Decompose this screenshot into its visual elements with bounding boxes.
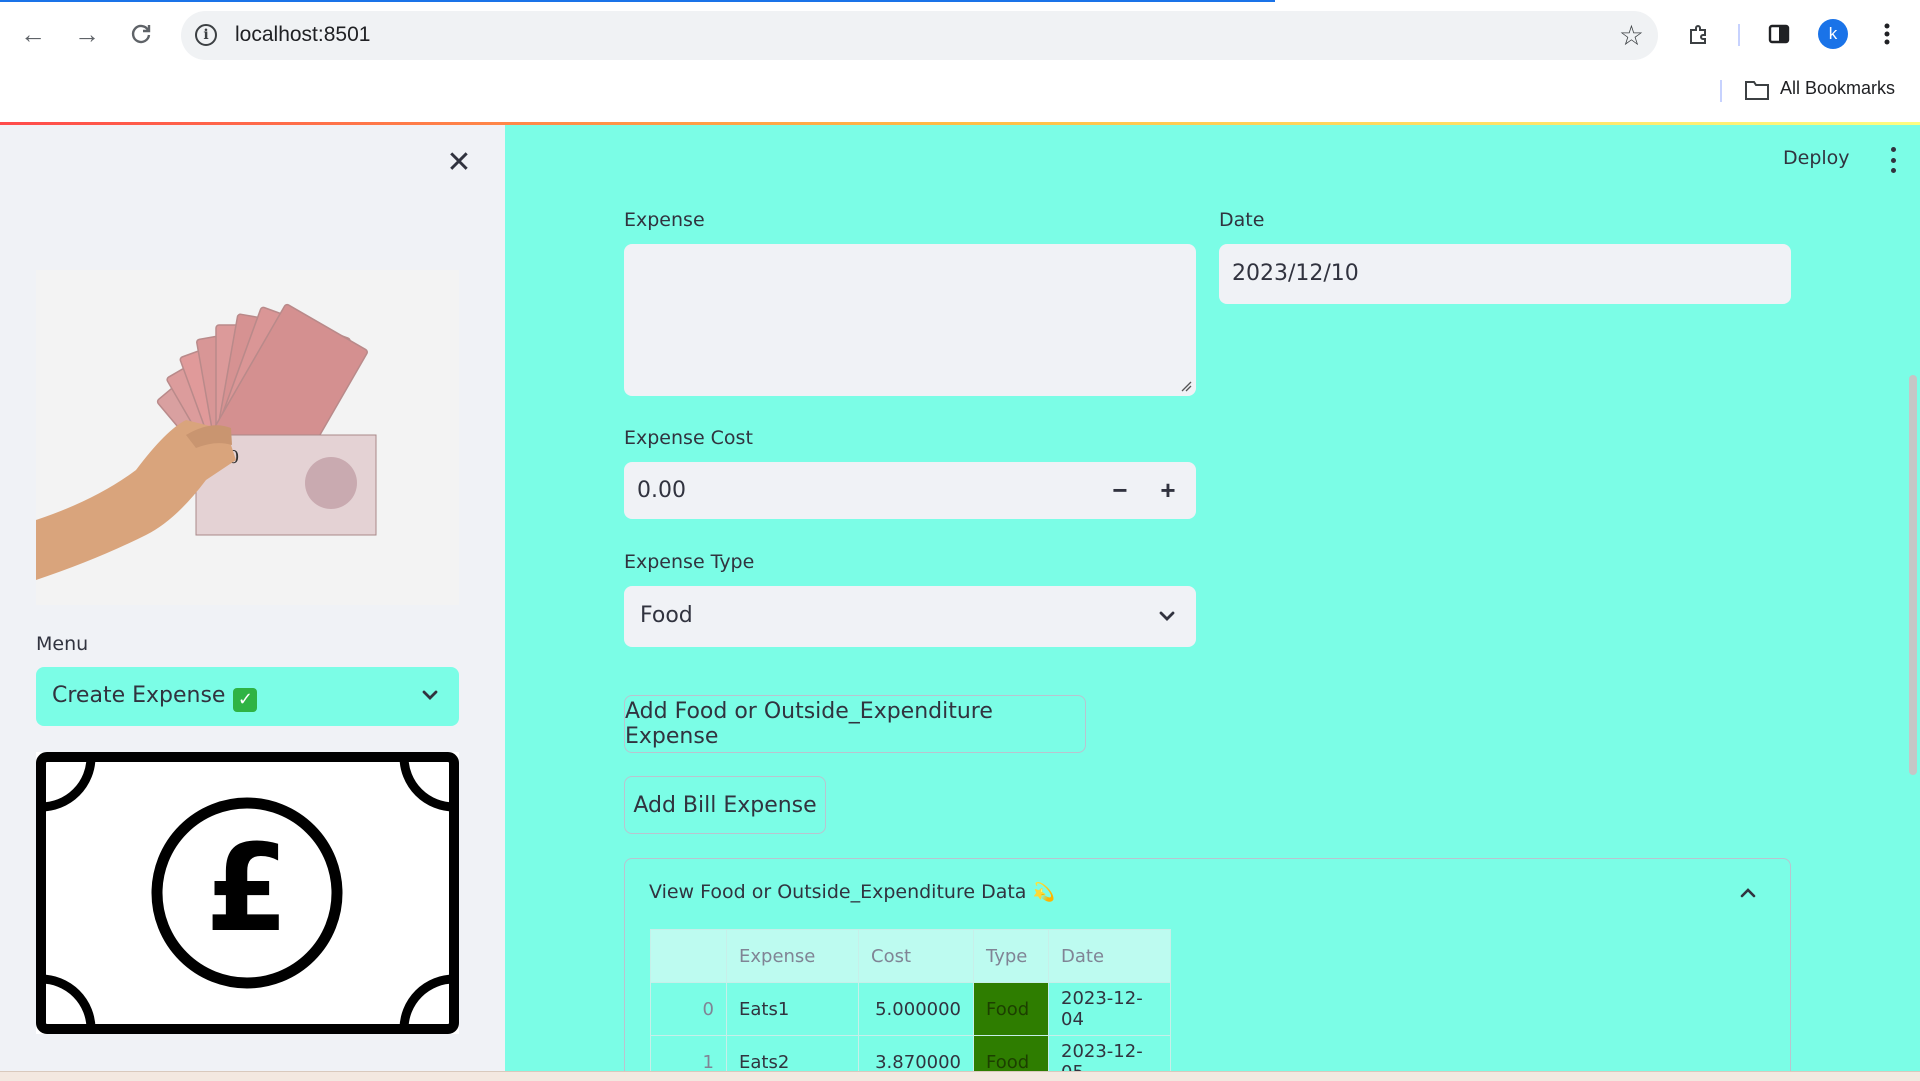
pound-banknote-icon: £ — [36, 752, 459, 1034]
menu-value-text: Create Expense — [52, 683, 226, 708]
expander-header[interactable]: View Food or Outside_Expenditure Data 💫 — [649, 881, 1055, 903]
increment-button[interactable]: + — [1150, 472, 1186, 508]
extensions-icon[interactable] — [1682, 17, 1716, 51]
dizzy-emoji-icon: 💫 — [1032, 882, 1055, 903]
expander-title-text: View Food or Outside_Expenditure Data — [649, 881, 1027, 903]
svg-text:£: £ — [205, 820, 289, 959]
table-row[interactable]: 0 Eats1 5.000000 Food 2023-12-04 — [650, 982, 1171, 1036]
address-bar[interactable]: i localhost:8501 ☆ — [181, 11, 1658, 60]
bookmark-star-icon[interactable]: ☆ — [1619, 19, 1644, 52]
table-header-row: Expense Cost Type Date — [650, 929, 1171, 983]
profile-initial: k — [1818, 19, 1848, 49]
address-url[interactable]: localhost:8501 — [235, 23, 370, 47]
column-header-type[interactable]: Type — [973, 929, 1049, 983]
menu-select[interactable]: Create Expense ✓ — [36, 667, 459, 726]
expense-cost-value: 0.00 — [637, 478, 686, 503]
all-bookmarks-label[interactable]: All Bookmarks — [1780, 78, 1895, 99]
menu-selected-value: Create Expense ✓ — [52, 683, 258, 712]
money-fan-image: £50 — [36, 270, 459, 605]
column-header-expense[interactable]: Expense — [726, 929, 859, 983]
cell-expense[interactable]: Eats1 — [726, 982, 859, 1036]
browser-menu-icon[interactable] — [1870, 17, 1904, 51]
date-input[interactable]: 2023/12/10 — [1219, 244, 1791, 304]
toolbar-separator — [1738, 24, 1740, 46]
expense-label: Expense — [624, 209, 705, 231]
expense-textarea[interactable] — [624, 244, 1196, 396]
expense-type-label: Expense Type — [624, 551, 755, 573]
expense-type-value: Food — [640, 603, 693, 628]
expense-data-table[interactable]: Expense Cost Type Date 0 Eats1 5.000000 … — [650, 929, 1171, 1071]
add-food-expense-button[interactable]: Add Food or Outside_Expenditure Expense — [624, 695, 1086, 753]
sidebar: ✕ £50 — [0, 125, 505, 1071]
resize-handle-icon[interactable] — [1180, 380, 1192, 392]
menu-label: Menu — [36, 633, 89, 655]
profile-avatar[interactable]: k — [1816, 17, 1850, 51]
column-header-index[interactable] — [650, 929, 727, 983]
bottom-edge — [0, 1071, 1920, 1081]
browser-toolbar: ← → i localhost:8501 ☆ k — [0, 0, 1920, 70]
cell-type[interactable]: Food — [973, 982, 1049, 1036]
back-icon[interactable]: ← — [16, 17, 50, 51]
cell-date[interactable]: 2023-12-05 — [1048, 1035, 1171, 1071]
expense-type-select[interactable]: Food — [624, 586, 1196, 647]
food-data-expander: View Food or Outside_Expenditure Data 💫 E… — [624, 858, 1791, 1071]
check-mark-icon: ✓ — [233, 688, 258, 712]
expense-cost-input[interactable]: 0.00 − + — [624, 462, 1196, 519]
cell-cost[interactable]: 5.000000 — [858, 982, 974, 1036]
date-label: Date — [1219, 209, 1265, 231]
close-icon[interactable]: ✕ — [444, 146, 474, 179]
column-header-cost[interactable]: Cost — [858, 929, 974, 983]
folder-icon[interactable] — [1745, 80, 1769, 100]
cell-type[interactable]: Food — [973, 1035, 1049, 1071]
site-info-icon[interactable]: i — [195, 24, 217, 46]
cell-date[interactable]: 2023-12-04 — [1048, 982, 1171, 1036]
main-scrollbar[interactable] — [1909, 375, 1917, 775]
deploy-button[interactable]: Deploy — [1783, 147, 1850, 169]
decrement-button[interactable]: − — [1102, 472, 1138, 508]
row-index: 0 — [650, 982, 727, 1036]
cell-expense[interactable]: Eats2 — [726, 1035, 859, 1071]
column-header-date[interactable]: Date — [1048, 929, 1171, 983]
page-load-bar — [0, 0, 1275, 2]
side-panel-icon[interactable] — [1762, 17, 1796, 51]
table-row[interactable]: 1 Eats2 3.870000 Food 2023-12-05 — [650, 1035, 1171, 1071]
expense-cost-label: Expense Cost — [624, 427, 753, 449]
bookmarks-bar: All Bookmarks — [0, 70, 1920, 122]
chevron-down-icon[interactable] — [419, 684, 441, 706]
more-vertical-icon[interactable] — [1883, 147, 1903, 173]
bookmarks-separator — [1720, 80, 1722, 102]
cell-cost[interactable]: 3.870000 — [858, 1035, 974, 1071]
add-bill-expense-button[interactable]: Add Bill Expense — [624, 776, 826, 834]
forward-icon[interactable]: → — [70, 17, 104, 51]
date-value: 2023/12/10 — [1232, 261, 1359, 286]
reload-icon[interactable] — [124, 17, 158, 51]
chevron-up-icon[interactable] — [1738, 883, 1758, 903]
chevron-down-icon[interactable] — [1156, 605, 1178, 627]
row-index: 1 — [650, 1035, 727, 1071]
main-content: Deploy Expense Date 2023/12/10 Expense C… — [505, 125, 1920, 1071]
